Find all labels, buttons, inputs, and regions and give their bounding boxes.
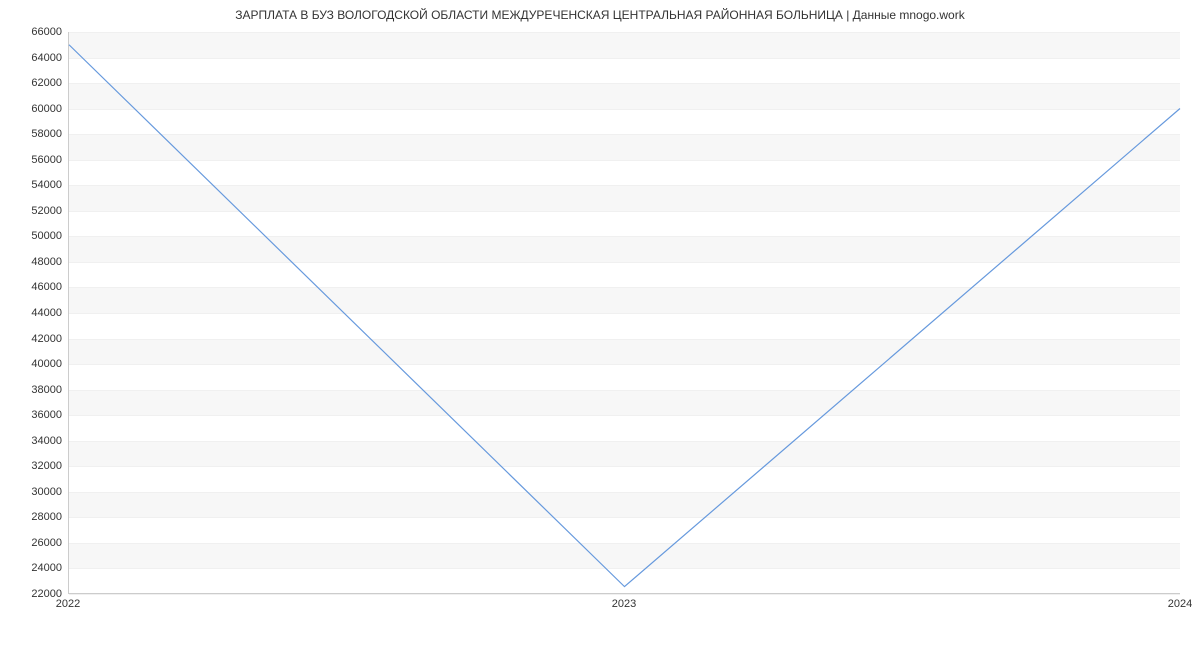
y-tick-label: 44000 [31,307,62,319]
line-svg [69,32,1180,593]
y-tick-label: 52000 [31,205,62,217]
y-tick-label: 62000 [31,77,62,89]
y-tick-label: 56000 [31,154,62,166]
plot-area [68,32,1180,594]
data-line [69,45,1180,587]
y-tick-label: 36000 [31,409,62,421]
y-tick-label: 26000 [31,537,62,549]
y-tick-label: 38000 [31,384,62,396]
x-tick-label: 2022 [56,598,80,610]
y-tick-label: 60000 [31,103,62,115]
grid-line [69,594,1180,595]
y-tick-label: 46000 [31,281,62,293]
y-tick-label: 30000 [31,486,62,498]
y-tick-label: 28000 [31,511,62,523]
x-tick-label: 2023 [612,598,636,610]
chart-title: ЗАРПЛАТА В БУЗ ВОЛОГОДСКОЙ ОБЛАСТИ МЕЖДУ… [0,8,1200,22]
y-tick-label: 32000 [31,460,62,472]
y-tick-label: 50000 [31,230,62,242]
y-tick-label: 54000 [31,179,62,191]
y-tick-label: 58000 [31,128,62,140]
x-tick-label: 2024 [1168,598,1192,610]
y-tick-label: 34000 [31,435,62,447]
y-tick-label: 42000 [31,333,62,345]
y-tick-label: 64000 [31,52,62,64]
y-tick-label: 24000 [31,562,62,574]
y-tick-label: 48000 [31,256,62,268]
y-tick-label: 40000 [31,358,62,370]
y-tick-label: 66000 [31,26,62,38]
